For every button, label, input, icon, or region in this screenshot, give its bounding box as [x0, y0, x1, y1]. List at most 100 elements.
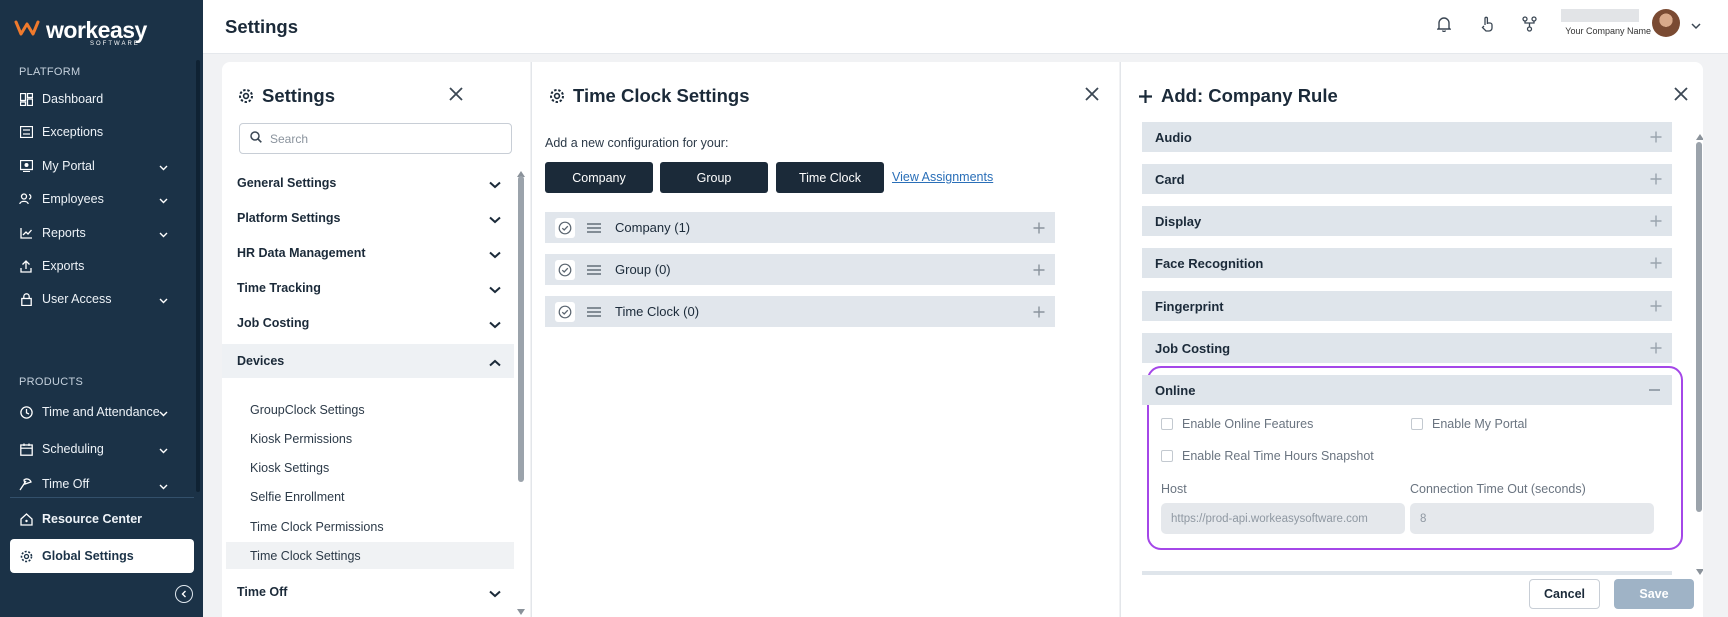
avatar[interactable]	[1652, 9, 1680, 37]
check-circle-icon[interactable]	[555, 301, 575, 322]
save-button[interactable]: Save	[1614, 579, 1694, 609]
config-row-time-clock[interactable]: Time Clock (0)	[545, 296, 1055, 327]
checkbox-box[interactable]	[1411, 418, 1423, 430]
logo[interactable]: workeasy SOFTWARE	[14, 14, 147, 47]
add-company-config-button[interactable]: Company	[545, 162, 653, 193]
checkbox-label: Enable Real Time Hours Snapshot	[1182, 449, 1374, 463]
notifications-button[interactable]	[1433, 15, 1455, 37]
punch-button[interactable]	[1476, 15, 1498, 37]
view-assignments-link[interactable]: View Assignments	[892, 170, 993, 184]
checkbox-box[interactable]	[1161, 450, 1173, 462]
enable-my-portal-checkbox[interactable]: Enable My Portal	[1411, 417, 1527, 431]
app-root: workeasy SOFTWARE PLATFORM Dashboard Exc…	[0, 0, 1728, 617]
panel-title-text: Settings	[262, 85, 335, 106]
config-row-company[interactable]: Company (1)	[545, 212, 1055, 243]
plus-icon[interactable]	[1033, 221, 1045, 239]
config-row-label: Company (1)	[615, 220, 691, 235]
close-rule-button[interactable]	[1672, 86, 1690, 105]
host-field[interactable]: https://prod-api.workeasysoftware.com	[1161, 503, 1405, 534]
nav-item-exceptions[interactable]: Exceptions	[10, 115, 194, 149]
config-row-group[interactable]: Group (0)	[545, 254, 1055, 285]
nav-item-user-access[interactable]: User Access	[10, 282, 194, 316]
device-item-kiosk-settings[interactable]: Kiosk Settings	[226, 454, 514, 481]
add-time-clock-config-button[interactable]: Time Clock	[776, 162, 884, 193]
section-label: Card	[1155, 171, 1185, 187]
user-menu-chevron-icon[interactable]	[1691, 17, 1701, 35]
nav-item-time-off[interactable]: Time Off	[10, 469, 194, 499]
settings-search[interactable]	[239, 123, 512, 154]
device-item-time-clock-settings[interactable]: Time Clock Settings	[226, 542, 514, 569]
dashboard-icon	[19, 92, 33, 106]
nav-section-products: PRODUCTS	[19, 376, 84, 388]
section-job-costing[interactable]: Job Costing	[1142, 333, 1672, 363]
search-input[interactable]	[270, 131, 490, 146]
time-clock-panel-title: Time Clock Settings	[549, 85, 749, 107]
section-fingerprint[interactable]: Fingerprint	[1142, 291, 1672, 321]
enable-online-features-checkbox[interactable]: Enable Online Features	[1161, 417, 1313, 431]
hand-pointer-icon	[1480, 16, 1494, 37]
device-item-time-clock-permissions[interactable]: Time Clock Permissions	[226, 513, 514, 540]
section-card[interactable]: Card	[1142, 164, 1672, 194]
enable-realtime-snapshot-checkbox[interactable]: Enable Real Time Hours Snapshot	[1161, 449, 1374, 463]
nav-item-global-settings[interactable]: Global Settings	[10, 539, 194, 573]
nav-item-resource-center[interactable]: Resource Center	[10, 502, 194, 536]
nav-label: Exports	[42, 259, 85, 273]
category-general-settings[interactable]: General Settings	[222, 166, 514, 200]
check-circle-icon[interactable]	[555, 217, 575, 238]
nav-item-exports[interactable]: Exports	[10, 249, 194, 283]
device-item-groupclock-settings[interactable]: GroupClock Settings	[226, 396, 514, 423]
config-row-label: Time Clock (0)	[615, 304, 700, 319]
plus-icon	[1650, 173, 1662, 188]
nav-scrollbar[interactable]	[196, 60, 200, 492]
settings-scroll-thumb[interactable]	[518, 176, 524, 482]
section-audio[interactable]: Audio	[1142, 122, 1672, 152]
timeout-field[interactable]: 8	[1410, 503, 1654, 534]
drag-handle-icon[interactable]	[587, 264, 601, 275]
category-time-off[interactable]: Time Off	[222, 575, 514, 609]
scroll-down-arrow-icon[interactable]	[517, 602, 525, 617]
device-item-selfie-enrollment[interactable]: Selfie Enrollment	[226, 483, 514, 510]
nav-item-time-and-attendance[interactable]: Time and Attendance	[10, 395, 194, 429]
close-icon	[449, 86, 463, 106]
device-item-kiosk-permissions[interactable]: Kiosk Permissions	[226, 425, 514, 452]
section-face-recognition[interactable]: Face Recognition	[1142, 248, 1672, 278]
nav-item-employees[interactable]: Employees	[10, 182, 194, 216]
nav-label: Scheduling	[42, 442, 104, 456]
brand-subtitle: SOFTWARE	[90, 41, 140, 47]
time-clock-settings-panel: Time Clock Settings Add a new configurat…	[531, 62, 1119, 617]
chevron-down-icon	[489, 318, 501, 332]
close-settings-button[interactable]	[447, 86, 465, 106]
nav-item-my-portal[interactable]: My Portal	[10, 149, 194, 183]
nav-item-reports[interactable]: Reports	[10, 216, 194, 250]
category-hr-data-management[interactable]: HR Data Management	[222, 236, 514, 270]
workflow-button[interactable]	[1518, 15, 1540, 37]
nav-label: Employees	[42, 192, 104, 206]
add-group-config-button[interactable]: Group	[660, 162, 768, 193]
checkbox-box[interactable]	[1161, 418, 1173, 430]
plus-icon[interactable]	[1033, 263, 1045, 281]
check-circle-icon[interactable]	[555, 259, 575, 280]
rule-scroll-thumb[interactable]	[1696, 142, 1702, 512]
scroll-down-arrow-icon[interactable]	[1696, 562, 1703, 580]
drag-handle-icon[interactable]	[587, 222, 601, 233]
nav-item-scheduling[interactable]: Scheduling	[10, 432, 194, 466]
category-devices[interactable]: Devices	[222, 344, 514, 378]
time-off-icon	[19, 477, 33, 491]
cancel-button[interactable]: Cancel	[1529, 579, 1600, 609]
category-job-costing[interactable]: Job Costing	[222, 306, 514, 340]
category-label: General Settings	[237, 176, 337, 190]
drag-handle-icon[interactable]	[587, 306, 601, 317]
section-display[interactable]: Display	[1142, 206, 1672, 236]
close-time-clock-button[interactable]	[1083, 86, 1101, 105]
collapse-sidebar-button[interactable]	[175, 585, 193, 603]
section-online[interactable]: Online	[1142, 375, 1672, 405]
host-label: Host	[1161, 482, 1187, 496]
category-platform-settings[interactable]: Platform Settings	[222, 201, 514, 235]
panel-title-text: Time Clock Settings	[573, 85, 750, 106]
plus-icon[interactable]	[1033, 305, 1045, 323]
calendar-icon	[19, 442, 33, 456]
category-time-tracking[interactable]: Time Tracking	[222, 271, 514, 305]
checkbox-label: Enable My Portal	[1432, 417, 1528, 431]
nav-item-dashboard[interactable]: Dashboard	[10, 82, 194, 116]
nav-label: Global Settings	[42, 549, 134, 563]
